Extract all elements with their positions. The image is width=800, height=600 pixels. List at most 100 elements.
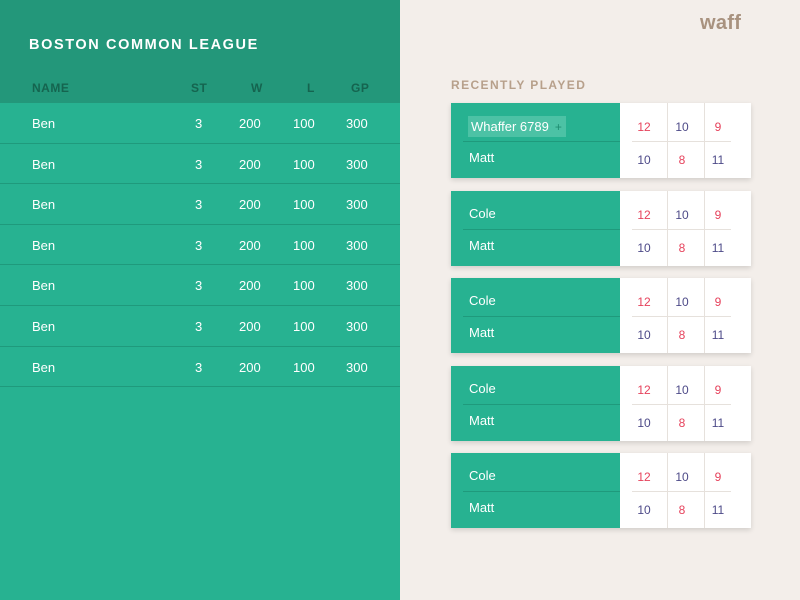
player-one-name: Cole xyxy=(469,206,496,221)
wins-value: 200 xyxy=(239,278,261,294)
match-players: Cole Matt xyxy=(451,366,620,441)
match-card[interactable]: Cole Matt 12 10 9 10 8 11 xyxy=(451,453,751,528)
divider xyxy=(632,141,731,142)
divider xyxy=(632,316,731,317)
game-score: 8 xyxy=(678,328,686,342)
losses-value: 100 xyxy=(293,116,315,131)
player-two-name: Matt xyxy=(469,150,495,165)
losses-value: 100 xyxy=(293,318,315,334)
game-score: 11 xyxy=(711,328,725,342)
player-one-name: Whaffer 6789 xyxy=(471,119,549,134)
game-score: 11 xyxy=(711,241,725,255)
table-row[interactable]: Ben 3 200 100 300 xyxy=(0,306,400,347)
game-score: 8 xyxy=(678,416,686,430)
table-row[interactable]: Ben 3 200 100 300 xyxy=(0,347,400,388)
match-players: Whaffer 6789 + Matt xyxy=(451,103,620,178)
streak-value: 3 xyxy=(195,156,203,172)
wins-value: 200 xyxy=(239,156,261,172)
match-scores: 12 10 9 10 8 11 xyxy=(620,366,751,441)
streak-value: 3 xyxy=(195,197,203,213)
game-score: 10 xyxy=(637,241,651,255)
table-row[interactable]: Ben 3 200 100 300 xyxy=(0,184,400,225)
games-played-value: 300 xyxy=(346,237,368,253)
player-name: Ben xyxy=(32,237,56,253)
player-one-name: Cole xyxy=(469,381,496,396)
player-name: Ben xyxy=(32,359,56,375)
player-one-name: Cole xyxy=(469,293,496,308)
game-score: 12 xyxy=(637,295,651,309)
game-score: 9 xyxy=(714,383,722,397)
match-scores: 12 10 9 10 8 11 xyxy=(620,103,751,178)
league-title: BOSTON COMMON LEAGUE xyxy=(29,37,259,53)
league-panel: BOSTON COMMON LEAGUE NAME ST W L GP Ben … xyxy=(0,0,400,600)
game-score: 10 xyxy=(637,153,651,167)
game-score: 11 xyxy=(711,153,725,167)
column-header-name[interactable]: NAME xyxy=(32,81,69,95)
games-played-value: 300 xyxy=(346,359,368,375)
table-row[interactable]: Ben 3 200 100 300 xyxy=(0,144,400,185)
game-score: 10 xyxy=(637,503,651,517)
divider xyxy=(632,491,731,492)
player-two-name: Matt xyxy=(469,500,495,515)
game-score: 10 xyxy=(675,208,689,222)
game-score: 9 xyxy=(714,208,722,222)
player-one-name: Cole xyxy=(469,468,496,483)
game-score: 12 xyxy=(637,120,651,134)
table-row[interactable]: Ben 3 200 100 300 xyxy=(0,225,400,266)
streak-value: 3 xyxy=(195,318,203,334)
game-score: 10 xyxy=(637,416,651,430)
player-name: Ben xyxy=(32,197,56,213)
game-score: 12 xyxy=(637,470,651,484)
game-score: 11 xyxy=(711,503,725,517)
wins-value: 200 xyxy=(239,116,261,131)
game-score: 12 xyxy=(637,208,651,222)
losses-value: 100 xyxy=(293,278,315,294)
losses-value: 100 xyxy=(293,197,315,213)
match-card[interactable]: Cole Matt 12 10 9 10 8 11 xyxy=(451,366,751,441)
waff-logo[interactable]: waff xyxy=(700,12,741,35)
plus-icon[interactable]: + xyxy=(555,120,562,134)
games-played-value: 300 xyxy=(346,156,368,172)
divider xyxy=(632,229,731,230)
game-score: 12 xyxy=(637,383,651,397)
games-played-value: 300 xyxy=(346,197,368,213)
table-row[interactable]: Ben 3 200 100 300 xyxy=(0,103,400,144)
divider xyxy=(463,141,620,142)
game-score: 10 xyxy=(675,470,689,484)
losses-value: 100 xyxy=(293,359,315,375)
column-header-gp[interactable]: GP xyxy=(351,81,369,95)
divider xyxy=(463,491,620,492)
standings-table: Ben 3 200 100 300 Ben 3 200 100 300 Ben … xyxy=(0,103,400,388)
column-header-st[interactable]: ST xyxy=(191,81,207,95)
table-row[interactable]: Ben 3 200 100 300 xyxy=(0,265,400,306)
player-two-name: Matt xyxy=(469,325,495,340)
divider xyxy=(463,229,620,230)
losses-value: 100 xyxy=(293,237,315,253)
match-scores: 12 10 9 10 8 11 xyxy=(620,453,751,528)
streak-value: 3 xyxy=(195,359,203,375)
column-header-w[interactable]: W xyxy=(251,81,263,95)
game-score: 11 xyxy=(711,416,725,430)
wins-value: 200 xyxy=(239,318,261,334)
match-card[interactable]: Cole Matt 12 10 9 10 8 11 xyxy=(451,191,751,266)
match-players: Cole Matt xyxy=(451,278,620,353)
match-card[interactable]: Whaffer 6789 + Matt 12 10 9 10 8 11 xyxy=(451,103,751,178)
game-score: 10 xyxy=(675,383,689,397)
streak-value: 3 xyxy=(195,278,203,294)
player-name-input[interactable]: Whaffer 6789 + xyxy=(468,116,566,137)
match-players: Cole Matt xyxy=(451,191,620,266)
wins-value: 200 xyxy=(239,197,261,213)
column-header-l[interactable]: L xyxy=(307,81,315,95)
games-played-value: 300 xyxy=(346,278,368,294)
match-scores: 12 10 9 10 8 11 xyxy=(620,191,751,266)
match-card[interactable]: Cole Matt 12 10 9 10 8 11 xyxy=(451,278,751,353)
player-name: Ben xyxy=(32,278,56,294)
losses-value: 100 xyxy=(293,156,315,172)
streak-value: 3 xyxy=(195,237,203,253)
match-scores: 12 10 9 10 8 11 xyxy=(620,278,751,353)
wins-value: 200 xyxy=(239,359,261,375)
games-played-value: 300 xyxy=(346,116,368,131)
game-score: 8 xyxy=(678,241,686,255)
wins-value: 200 xyxy=(239,237,261,253)
divider xyxy=(463,316,620,317)
